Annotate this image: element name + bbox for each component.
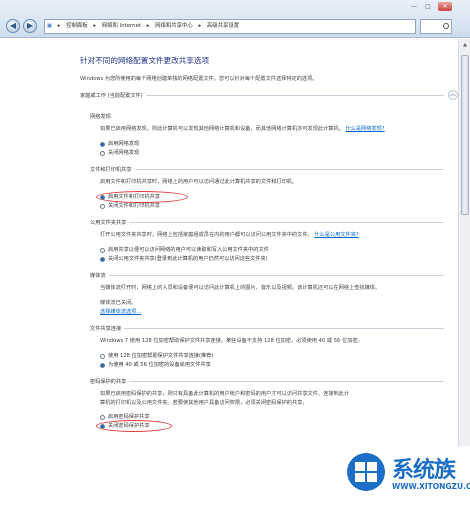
section-title: 网络发现 xyxy=(90,113,114,120)
divider xyxy=(90,222,444,223)
radio-enable-file-printer-sharing[interactable]: 启用文件和打印机共享 xyxy=(100,193,458,202)
title-bar: — □ ✕ ◀ ▶ ▣ ▸ 控制面板 ▸ 网络和 Internet ▸ 网络和共… xyxy=(0,0,470,38)
close-button[interactable]: ✕ xyxy=(438,2,452,11)
media-streaming-options-link[interactable]: 选择媒体流选项... xyxy=(100,308,458,317)
option-label: 关闭文件和打印机共享 xyxy=(108,203,160,209)
radio-checked-icon xyxy=(100,195,105,200)
option-label: 启用文件和打印机共享 xyxy=(108,194,160,200)
scrollbar-thumb[interactable] xyxy=(461,55,469,215)
radio-checked-icon xyxy=(100,257,105,262)
radio-checked-icon xyxy=(100,424,105,429)
section-network-discovery-header: 网络发现 xyxy=(90,111,458,123)
option-label: 关闭密码保护共享 xyxy=(108,423,150,429)
watermark-url: WWW.XITONGZU.COM xyxy=(392,482,470,491)
divider xyxy=(90,169,444,170)
section-file-sharing-connections: Windows 7 使用 128 位加密帮助保护文件共享连接。某些设备不支持 1… xyxy=(100,337,458,370)
section-title: 文件共享连接 xyxy=(90,325,125,332)
section-public-folder-header: 公用文件夹共享 xyxy=(90,217,458,229)
option-label: 关闭公用文件夹共享(登录到此计算机的用户仍然可以访问这些文件夹) xyxy=(108,256,268,262)
divider xyxy=(90,275,444,276)
page-title: 针对不同的网络配置文件更改共享选项 xyxy=(80,56,210,65)
windows-logo-icon xyxy=(347,453,385,491)
minimize-button[interactable]: — xyxy=(408,2,420,11)
option-label: 启用网络发现 xyxy=(108,141,140,147)
section-file-sharing-connections-header: 文件共享连接 xyxy=(90,323,458,335)
radio-unchecked-icon xyxy=(100,151,105,156)
section-title: 公用文件夹共享 xyxy=(90,219,130,226)
option-label: 为使用 40 或 56 位加密的设备启用文件共享 xyxy=(108,362,211,368)
settings-content: 针对不同的网络配置文件更改共享选项 Windows 为您所使用的每个网络创建单独… xyxy=(0,39,458,505)
radio-disable-public-folder-sharing[interactable]: 关闭公用文件夹共享(登录到此计算机的用户仍然可以访问这些文件夹) xyxy=(100,255,458,264)
radio-unchecked-icon xyxy=(100,354,105,359)
section-body: 如果已启用密码保护的共享，则只有具备此计算机的用户帐户和密码的用户才可以访问共享… xyxy=(100,391,350,406)
section-media-streaming-header: 媒体流 xyxy=(90,270,458,282)
profile-header[interactable]: 家庭或工作 (当前配置文件) ︿ xyxy=(80,90,458,102)
search-input[interactable] xyxy=(420,19,452,34)
section-body: Windows 7 使用 128 位加密帮助保护文件共享连接。某些设备不支持 1… xyxy=(100,338,363,344)
address-bar[interactable]: ▣ ▸ 控制面板 ▸ 网络和 Internet ▸ 网络和共享中心 ▸ 高级共享… xyxy=(44,19,416,34)
option-label: 启用共享以便可以访问网络的用户可以读取和写入公用文件夹中的文件 xyxy=(108,247,269,253)
option-label: 使用 128 位加密帮助保护文件共享连接(推荐) xyxy=(108,353,214,359)
radio-disable-password-protection[interactable]: 关闭密码保护共享 xyxy=(100,422,458,431)
section-password-protected: 如果已启用密码保护的共享，则只有具备此计算机的用户帐户和密码的用户才可以访问共享… xyxy=(96,390,458,432)
forward-button[interactable]: ▶ xyxy=(23,19,37,33)
divider xyxy=(90,381,444,382)
arrow-left-icon: ◀ xyxy=(9,21,17,30)
option-label: 关闭网络发现 xyxy=(108,150,140,156)
breadcrumb-advanced-sharing[interactable]: 高级共享设置 xyxy=(205,20,241,33)
section-file-printer-sharing: 启用文件和打印机共享时，网络上的用户可以访问通过此计算机共享的文件和打印机。 启… xyxy=(96,178,458,211)
section-description: 如果已启用网络发现，则此计算机可以发现其他网络计算机和设备，而其他网络计算机亦可… xyxy=(100,125,400,134)
radio-unchecked-icon xyxy=(100,204,105,209)
radio-128-bit-encryption[interactable]: 使用 128 位加密帮助保护文件共享连接(推荐) xyxy=(100,352,458,361)
radio-checked-icon xyxy=(100,363,105,368)
watermark-logo: 系统族 WWW.XITONGZU.COM xyxy=(340,446,470,505)
media-streaming-status: 媒体流已关闭。 xyxy=(100,300,137,306)
watermark-name: 系统族 xyxy=(392,458,456,483)
section-title: 文件和打印机共享 xyxy=(90,166,135,173)
breadcrumb-control-panel[interactable]: 控制面板 xyxy=(64,20,90,33)
vertical-scrollbar[interactable]: ▲ xyxy=(458,39,470,505)
chevron-right-icon: ▸ xyxy=(198,23,202,29)
section-file-printer-sharing-header: 文件和打印机共享 xyxy=(90,164,458,176)
public-folder-link[interactable]: 什么是公用文件夹? xyxy=(314,232,358,238)
radio-enable-network-discovery[interactable]: 启用网络发现 xyxy=(100,140,458,149)
back-button[interactable]: ◀ xyxy=(6,19,20,33)
arrow-right-icon: ▶ xyxy=(26,21,34,30)
chevron-right-icon: ▸ xyxy=(93,23,97,29)
radio-checked-icon xyxy=(100,142,105,147)
radio-disable-file-printer-sharing[interactable]: 关闭文件和打印机共享 xyxy=(100,202,458,211)
section-media-streaming: 当媒体流打开时，网络上的人员和设备便可以访问此计算机上的图片、音乐以及视频。该计… xyxy=(100,284,458,317)
divider xyxy=(90,328,444,329)
radio-enable-public-folder-sharing[interactable]: 启用共享以便可以访问网络的用户可以读取和写入公用文件夹中的文件 xyxy=(100,246,458,255)
radio-40-56-bit-encryption[interactable]: 为使用 40 或 56 位加密的设备启用文件共享 xyxy=(100,361,458,370)
control-panel-icon: ▣ xyxy=(47,23,53,29)
section-title: 媒体流 xyxy=(90,272,109,279)
chevron-up-icon[interactable]: ︿ xyxy=(448,90,458,100)
profile-header-label: 家庭或工作 (当前配置文件) xyxy=(80,92,146,99)
network-discovery-link[interactable]: 什么是网络发现? xyxy=(345,126,384,132)
chevron-right-icon: ▸ xyxy=(57,23,61,29)
section-description: 打开公用文件夹共享时，网络上包括家庭组成员在内的用户都可以访问公用文件夹中的文件… xyxy=(100,231,430,240)
section-password-protected-header: 密码保护的共享 xyxy=(90,376,458,388)
section-network-discovery: 如果已启用网络发现，则此计算机可以发现其他网络计算机和设备，而其他网络计算机亦可… xyxy=(100,125,458,158)
section-body: 如果已启用网络发现，则此计算机可以发现其他网络计算机和设备，而其他网络计算机亦可… xyxy=(100,126,344,132)
radio-unchecked-icon xyxy=(100,248,105,253)
page-description: Windows 为您所使用的每个网络创建单独的网络配置文件。您可以针对每个配置文… xyxy=(80,76,318,82)
section-body: 启用文件和打印机共享时，网络上的用户可以访问通过此计算机共享的文件和打印机。 xyxy=(100,179,298,185)
section-title: 密码保护的共享 xyxy=(90,378,130,385)
radio-unchecked-icon xyxy=(100,415,105,420)
search-icon xyxy=(443,23,449,29)
scroll-up-icon[interactable]: ▲ xyxy=(461,42,469,50)
chevron-right-icon: ▸ xyxy=(146,23,150,29)
radio-disable-network-discovery[interactable]: 关闭网络发现 xyxy=(100,149,458,158)
section-body: 打开公用文件夹共享时，网络上包括家庭组成员在内的用户都可以访问公用文件夹中的文件… xyxy=(100,232,313,238)
section-public-folder: 打开公用文件夹共享时，网络上包括家庭组成员在内的用户都可以访问公用文件夹中的文件… xyxy=(100,231,458,264)
maximize-button[interactable]: □ xyxy=(422,2,434,11)
breadcrumb-network-internet[interactable]: 网络和 Internet xyxy=(100,20,143,33)
breadcrumb-network-sharing-center[interactable]: 网络和共享中心 xyxy=(153,20,195,33)
section-body: 当媒体流打开时，网络上的人员和设备便可以访问此计算机上的图片、音乐以及视频。该计… xyxy=(100,285,381,291)
